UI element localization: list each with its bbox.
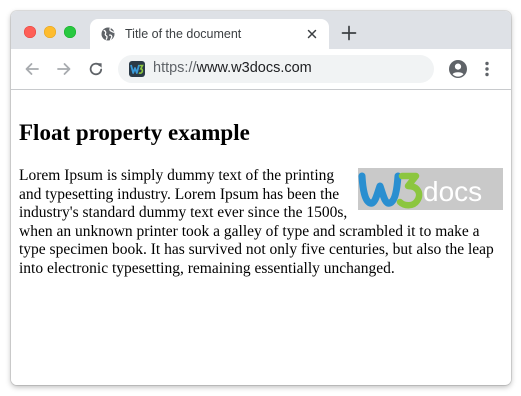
address-bar[interactable]: https://www.w3docs.com [118,55,434,83]
new-tab-icon[interactable] [341,25,357,41]
globe-icon [101,27,115,41]
browser-window: Title of the document https://www.w3docs… [11,11,511,385]
w3docs-favicon [129,61,145,77]
close-window-button[interactable] [24,26,36,38]
browser-toolbar: https://www.w3docs.com [11,49,511,90]
profile-avatar-icon[interactable] [448,59,468,79]
tab-active[interactable]: Title of the document [90,19,329,49]
more-menu-icon[interactable] [483,60,491,78]
body-paragraph-container: docs Lorem Ipsum is simply dummy text of… [19,167,503,278]
w3docs-logo: docs [358,168,503,210]
reload-icon[interactable] [87,60,105,78]
page-heading: Float property example [19,120,250,145]
w3docs-logo-text: docs [423,176,482,207]
tab-strip: Title of the document [11,11,511,49]
zoom-window-button[interactable] [64,26,76,38]
back-arrow-icon[interactable] [23,60,41,78]
tab-title: Title of the document [125,27,242,41]
page-content: Float property example docs Lorem Ipsum … [11,90,511,385]
forward-arrow-icon[interactable] [55,60,73,78]
url-text: https://www.w3docs.com [153,60,312,76]
url-host: www.w3docs.com [196,60,312,76]
minimize-window-button[interactable] [44,26,56,38]
w3docs-logo-graphic: docs [358,172,482,209]
url-scheme: https:// [153,60,197,76]
close-tab-icon[interactable] [305,27,319,41]
